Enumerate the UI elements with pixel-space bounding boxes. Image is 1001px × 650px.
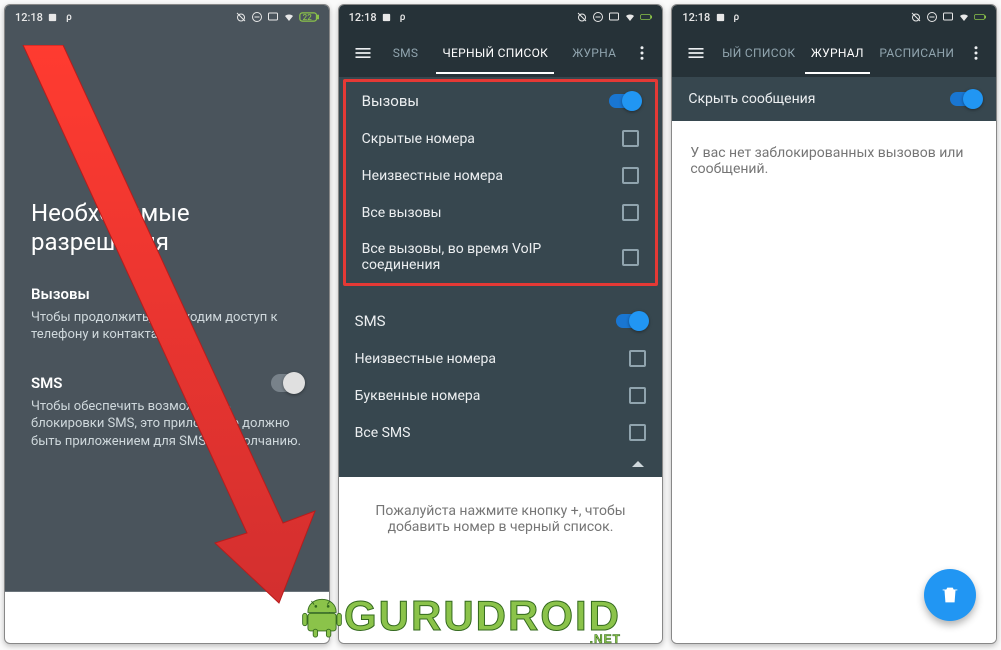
tab-journal[interactable]: ЖУРНАЛ bbox=[805, 32, 870, 74]
dnd-icon bbox=[251, 11, 263, 23]
wifi-icon bbox=[958, 11, 970, 23]
alarm-off-icon bbox=[576, 11, 588, 23]
empty-hint: Пожалуйста нажмите кнопку +, чтобы добав… bbox=[339, 477, 663, 643]
continue-button[interactable]: ПРОДОЛЖИТЬ bbox=[167, 602, 311, 634]
phone-journal: 12:18 ρ ЫЙ СПИСОК ЖУРНАЛ РАСПИСАНИ bbox=[671, 4, 997, 644]
app-icon: ρ bbox=[397, 11, 409, 23]
row-voip-calls[interactable]: Все вызовы, во время VoIP соединения bbox=[346, 231, 656, 283]
status-bar: 12:18 ρ bbox=[672, 5, 996, 29]
calls-desc: Чтобы продолжить, необходим доступ к тел… bbox=[31, 309, 303, 344]
trash-icon bbox=[939, 584, 961, 606]
row-sms-alpha[interactable]: Буквенные номера bbox=[339, 377, 663, 414]
checkbox-all-calls[interactable] bbox=[622, 204, 639, 221]
battery-icon: 22 bbox=[299, 12, 319, 22]
hide-messages-row: Скрыть сообщения bbox=[672, 77, 996, 121]
overflow-menu[interactable] bbox=[628, 44, 656, 62]
row-unknown-numbers[interactable]: Неизвестные номера bbox=[346, 157, 656, 194]
sms-toggle[interactable] bbox=[616, 314, 646, 328]
tab-schedule[interactable]: РАСПИСАНИ bbox=[873, 32, 960, 74]
sms-desc: Чтобы обеспечить возможность блокировки … bbox=[31, 398, 303, 451]
tab-blacklist[interactable]: ЧЕРНЫЙ СПИСОК bbox=[436, 32, 554, 74]
checkbox-voip-calls[interactable] bbox=[622, 249, 639, 266]
checkbox-sms-all[interactable] bbox=[629, 424, 646, 441]
sms-section: SMS bbox=[339, 302, 663, 340]
phone-blacklist-settings: 12:18 ρ SMS ЧЕРНЫЙ СПИСОК ЖУРНА bbox=[338, 4, 664, 644]
dnd-icon bbox=[592, 11, 604, 23]
status-time: 12:18 bbox=[15, 11, 43, 24]
dialog-actions: ЗАКРЫТЬ ПРОДОЛЖИТЬ bbox=[5, 591, 329, 643]
notification-icon bbox=[714, 11, 726, 23]
checkbox-sms-alpha[interactable] bbox=[629, 387, 646, 404]
checkbox-sms-unknown[interactable] bbox=[629, 350, 646, 367]
page-title: Необходимые разрешения bbox=[31, 199, 303, 257]
row-hidden-numbers[interactable]: Скрытые номера bbox=[346, 120, 656, 157]
calls-heading: Вызовы bbox=[31, 285, 303, 303]
app-icon: ρ bbox=[730, 11, 742, 23]
calls-toggle[interactable] bbox=[609, 94, 639, 108]
checkbox-unknown-numbers[interactable] bbox=[622, 167, 639, 184]
calls-section: Вызовы bbox=[346, 82, 656, 120]
menu-button[interactable] bbox=[345, 35, 381, 71]
row-all-calls[interactable]: Все вызовы bbox=[346, 194, 656, 231]
status-time: 12:18 bbox=[349, 11, 377, 24]
wifi-icon bbox=[624, 11, 636, 23]
hide-messages-toggle[interactable] bbox=[950, 92, 980, 106]
close-button[interactable]: ЗАКРЫТЬ bbox=[23, 602, 132, 634]
dnd-icon bbox=[926, 11, 938, 23]
phone-permissions: 12:18 ρ bbox=[4, 4, 330, 644]
tab-journal[interactable]: ЖУРНА bbox=[566, 32, 622, 74]
row-sms-unknown[interactable]: Неизвестные номера bbox=[339, 340, 663, 377]
app-bar: ЫЙ СПИСОК ЖУРНАЛ РАСПИСАНИ bbox=[672, 29, 996, 77]
notification-icon bbox=[47, 11, 59, 23]
alarm-off-icon bbox=[910, 11, 922, 23]
cast-icon bbox=[267, 11, 279, 23]
row-sms-all[interactable]: Все SMS bbox=[339, 414, 663, 451]
battery-icon bbox=[640, 11, 652, 23]
tab-blacklist[interactable]: ЫЙ СПИСОК bbox=[716, 32, 801, 74]
checkbox-hidden-numbers[interactable] bbox=[622, 130, 639, 147]
calls-block-highlight: Вызовы Скрытые номера Неизвестные номера… bbox=[343, 79, 659, 286]
delete-fab[interactable] bbox=[924, 569, 976, 621]
sms-toggle[interactable] bbox=[271, 374, 303, 392]
collapse-icon[interactable] bbox=[632, 461, 644, 467]
overflow-menu[interactable] bbox=[962, 44, 990, 62]
cast-icon bbox=[942, 11, 954, 23]
app-icon: ρ bbox=[63, 11, 75, 23]
menu-button[interactable] bbox=[678, 35, 714, 71]
wifi-icon bbox=[283, 11, 295, 23]
alarm-off-icon bbox=[235, 11, 247, 23]
status-bar: 12:18 ρ bbox=[339, 5, 663, 29]
app-bar: SMS ЧЕРНЫЙ СПИСОК ЖУРНА bbox=[339, 29, 663, 77]
status-time: 12:18 bbox=[682, 11, 710, 24]
status-bar: 12:18 ρ bbox=[5, 5, 329, 29]
cast-icon bbox=[608, 11, 620, 23]
notification-icon bbox=[381, 11, 393, 23]
empty-state: У вас нет заблокированных вызовов или со… bbox=[690, 145, 978, 177]
sms-heading: SMS bbox=[31, 374, 62, 392]
tab-sms[interactable]: SMS bbox=[387, 32, 425, 74]
battery-icon bbox=[974, 11, 986, 23]
